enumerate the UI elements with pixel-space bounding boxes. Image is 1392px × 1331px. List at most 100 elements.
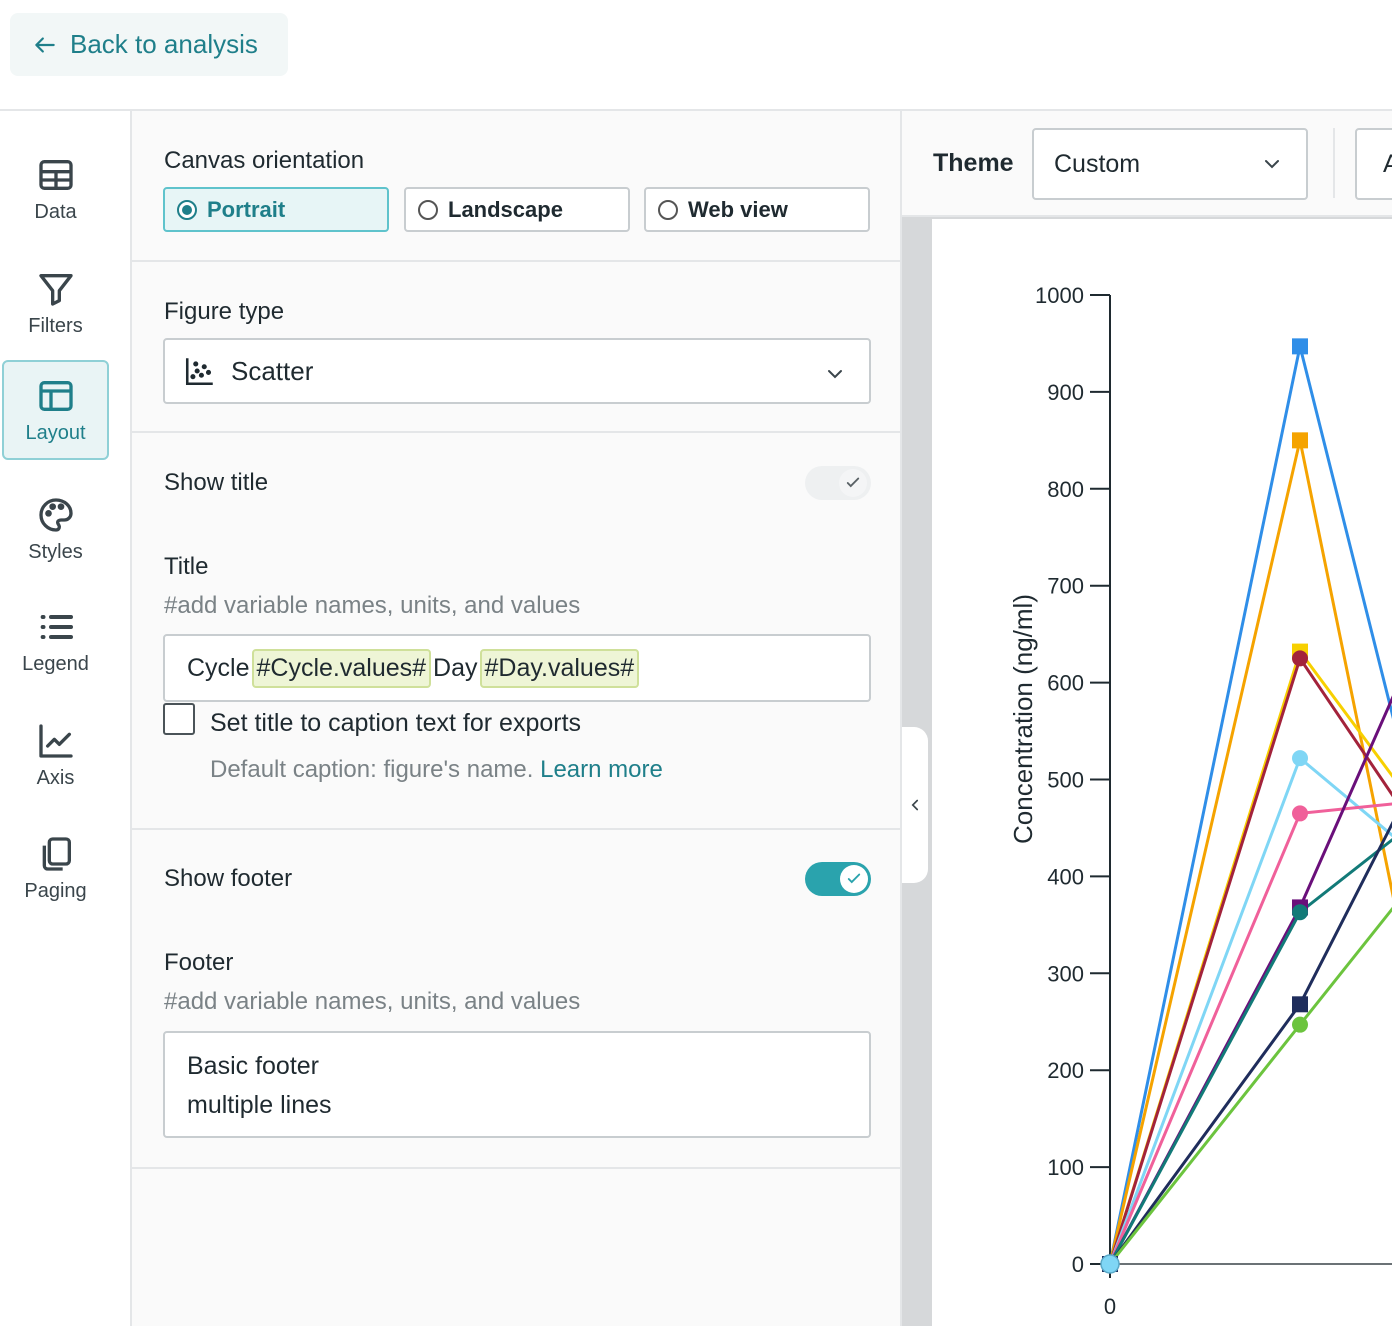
radio-dot	[658, 199, 678, 220]
nav-item-filters[interactable]: Filters	[2, 253, 109, 353]
nav-item-paging[interactable]: Paging	[2, 818, 109, 918]
series-line-7	[1108, 838, 1392, 1265]
footer-section: Show footer Footer #add variable names, …	[132, 830, 902, 1169]
nav-item-axis[interactable]: Axis	[2, 705, 109, 805]
filter-icon	[38, 273, 73, 306]
show-footer-label: Show footer	[164, 865, 293, 892]
radio-label: Landscape	[448, 196, 563, 222]
y-tick-label: 600	[1047, 671, 1084, 696]
table-icon	[38, 159, 73, 190]
y-tick-label: 1000	[1035, 283, 1084, 308]
series-line-1	[1108, 440, 1392, 1265]
title-input[interactable]: Cycle #Cycle.values# Day #Day.values#	[163, 634, 871, 702]
series-point-5-1	[1292, 805, 1308, 822]
title-token-day[interactable]: #Day.values#	[479, 648, 640, 688]
back-to-analysis-label: Back to analysis	[70, 29, 258, 59]
show-title-toggle[interactable]	[805, 466, 871, 500]
y-tick-label: 900	[1047, 380, 1084, 405]
title-label: Title	[164, 553, 209, 580]
caption-hint-row: Default caption: figure's name. Learn mo…	[210, 756, 663, 784]
arrow-left-icon	[35, 36, 55, 53]
series-line-2	[1108, 648, 1392, 1265]
radio-label: Web view	[688, 196, 788, 222]
figure-type-section: Figure type Scatter	[132, 262, 902, 433]
title-text-cycle: Cycle	[187, 653, 250, 682]
theme-value: Custom	[1054, 149, 1141, 178]
chevron-left-icon	[911, 799, 919, 811]
nav-item-styles[interactable]: Styles	[2, 479, 109, 579]
pages-icon	[42, 836, 71, 871]
layout-settings-panel: Canvas orientation Portrait Landscape We…	[132, 111, 902, 1326]
back-to-analysis-button[interactable]: Back to analysis	[10, 13, 288, 76]
layout-icon	[38, 380, 73, 411]
toggle-knob	[840, 865, 868, 893]
list-icon	[40, 614, 73, 639]
y-tick-label: 400	[1047, 864, 1084, 889]
series-point-4-1	[1292, 750, 1308, 767]
canvas-orientation-label: Canvas orientation	[164, 147, 365, 174]
show-footer-toggle[interactable]	[805, 862, 871, 896]
check-icon	[846, 477, 860, 488]
radio-dot	[177, 199, 197, 220]
origin-point	[1100, 1254, 1120, 1274]
orientation-portrait-radio[interactable]: Portrait	[163, 187, 389, 232]
footer-input[interactable]: Basic footer multiple lines	[163, 1031, 871, 1138]
orientation-section: Canvas orientation Portrait Landscape We…	[132, 111, 902, 262]
y-tick-label: 500	[1047, 768, 1084, 793]
nav-item-data[interactable]: Data	[2, 139, 109, 239]
y-tick-label: 700	[1047, 574, 1084, 599]
second-select[interactable]: A	[1355, 128, 1392, 200]
figure-type-label: Figure type	[164, 298, 285, 325]
title-section: Show title Title #add variable names, un…	[132, 433, 902, 830]
toggle-knob	[839, 469, 867, 497]
theme-bar: Theme Custom A	[902, 111, 1392, 217]
preview-area: Theme Custom A Concentration (ng/ml) 0 10…	[902, 111, 1392, 1326]
x-tick-label: 0	[1104, 1294, 1116, 1319]
title-token-cycle[interactable]: #Cycle.values#	[251, 648, 432, 688]
nav-item-label: Data	[34, 200, 77, 223]
y-tick-label: 300	[1047, 961, 1084, 986]
orientation-web-view-radio[interactable]: Web view	[644, 187, 870, 232]
caption-hint: Default caption: figure's name.	[210, 756, 534, 783]
orientation-landscape-radio[interactable]: Landscape	[404, 187, 630, 232]
chart-series	[1100, 338, 1392, 1274]
y-tick-label: 200	[1047, 1058, 1084, 1083]
figure-type-value: Scatter	[231, 355, 314, 386]
nav-item-label: Axis	[36, 766, 75, 789]
learn-more-link[interactable]: Learn more	[540, 756, 663, 783]
palette-icon	[38, 497, 73, 532]
check-icon	[847, 873, 861, 884]
y-tick-label: 0	[1072, 1252, 1084, 1277]
footer-label: Footer	[164, 949, 234, 976]
toolbar-divider	[1333, 128, 1335, 198]
scatter-icon	[185, 358, 213, 386]
chevron-down-icon	[828, 370, 842, 379]
series-point-9-1	[1292, 1016, 1308, 1033]
footer-line-2: multiple lines	[187, 1091, 332, 1119]
left-nav: Data Filters Layout Styles Legend Axis P…	[0, 111, 132, 1326]
figure-type-select[interactable]: Scatter	[163, 338, 871, 404]
show-title-label: Show title	[164, 469, 269, 496]
nav-item-label: Legend	[22, 652, 89, 675]
nav-item-label: Paging	[24, 879, 87, 902]
y-tick-label: 100	[1047, 1155, 1084, 1180]
chart-axes: 0 100 200 300 400 500 600 700 800 900 1000 0	[1035, 283, 1392, 1319]
caption-checkbox[interactable]	[163, 703, 195, 735]
radio-dot	[418, 199, 438, 220]
theme-select[interactable]: Custom	[1032, 128, 1308, 200]
series-point-0-1	[1292, 338, 1308, 355]
y-tick-label: 800	[1047, 477, 1084, 502]
chart: Concentration (ng/ml) 0 100 200 300 400 500 60…	[1008, 283, 1392, 1319]
nav-item-layout[interactable]: Layout	[2, 360, 109, 460]
nav-item-legend[interactable]: Legend	[2, 591, 109, 691]
caption-checkbox-label: Set title to caption text for exports	[210, 709, 582, 737]
radio-label: Portrait	[207, 196, 286, 222]
nav-item-label: Layout	[25, 421, 86, 444]
title-hint: #add variable names, units, and values	[164, 592, 581, 619]
series-point-1-1	[1292, 432, 1308, 449]
collapse-panel-button[interactable]	[902, 727, 928, 883]
theme-label: Theme	[933, 149, 1014, 177]
chevron-down-icon	[1265, 160, 1279, 169]
figure-canvas: Concentration (ng/ml) 0 100 200 300 400 500 60…	[932, 219, 1392, 1326]
footer-line-1: Basic footer	[187, 1052, 320, 1080]
